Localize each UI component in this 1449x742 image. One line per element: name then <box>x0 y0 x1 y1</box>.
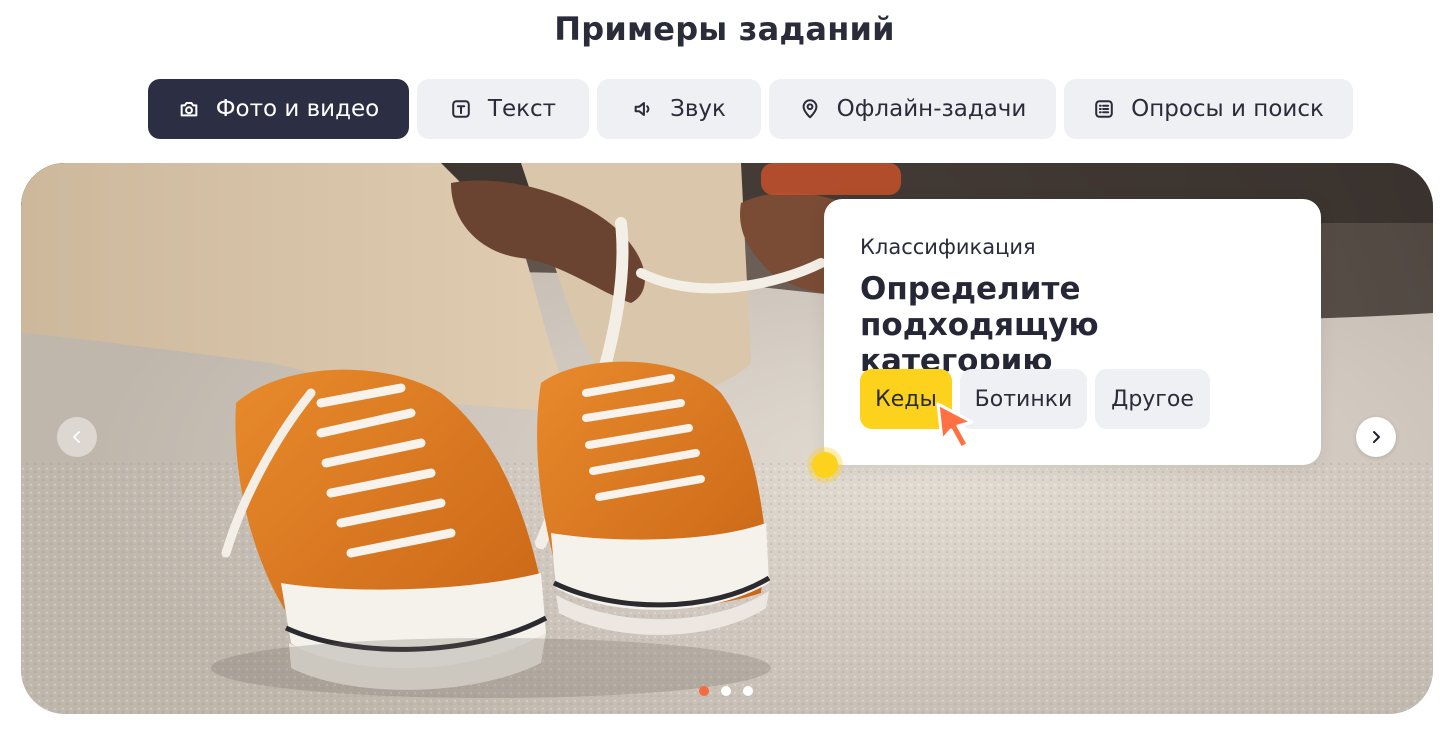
tab-photo-video[interactable]: Фото и видео <box>148 79 409 139</box>
location-pin-icon <box>799 98 821 120</box>
tab-surveys[interactable]: Опросы и поиск <box>1064 79 1353 139</box>
tab-offline[interactable]: Офлайн-задачи <box>769 79 1056 139</box>
carousel-pagination <box>699 686 753 696</box>
tab-label: Офлайн-задачи <box>836 96 1027 122</box>
tab-label: Фото и видео <box>215 96 380 122</box>
chevron-left-icon <box>73 431 80 443</box>
text-icon <box>450 98 472 120</box>
carousel-prev-button[interactable] <box>57 417 97 457</box>
tab-sound[interactable]: Звук <box>597 79 761 139</box>
pagination-dot-3[interactable] <box>743 686 753 696</box>
list-icon <box>1093 98 1115 120</box>
task-question: Определите подходящую категорию <box>860 271 1099 379</box>
tab-label: Опросы и поиск <box>1131 96 1324 122</box>
carousel-next-button[interactable] <box>1356 417 1396 457</box>
speaker-icon <box>632 98 654 120</box>
pagination-dot-1[interactable] <box>699 686 709 696</box>
option-other[interactable]: Другое <box>1095 369 1210 429</box>
pagination-dot-2[interactable] <box>721 686 731 696</box>
task-example-carousel: Классификация Определите подходящую кате… <box>21 163 1433 714</box>
page-title: Примеры заданий <box>554 10 895 48</box>
camera-icon <box>178 98 200 120</box>
task-card: Классификация Определите подходящую кате… <box>824 199 1321 465</box>
pointer-cursor-icon <box>936 402 974 450</box>
card-anchor-dot <box>812 452 838 478</box>
chevron-right-icon <box>1373 431 1380 443</box>
task-category: Классификация <box>860 235 1036 259</box>
tab-text[interactable]: Текст <box>417 79 589 139</box>
task-type-tabs: Фото и видео Текст Звук Офлайн-задачи Оп… <box>0 79 1449 139</box>
option-boots[interactable]: Ботинки <box>960 369 1087 429</box>
tab-label: Текст <box>487 96 557 122</box>
tab-label: Звук <box>670 96 726 122</box>
